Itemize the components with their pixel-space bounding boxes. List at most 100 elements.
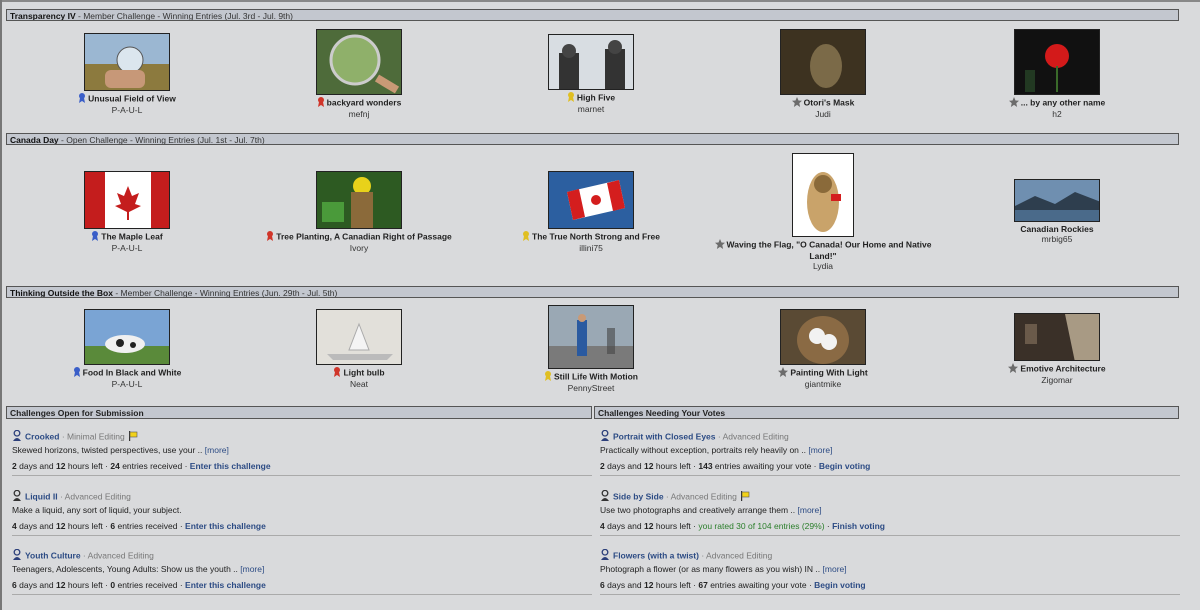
thumbnail-image[interactable]	[548, 305, 634, 369]
days-label: days and	[19, 580, 54, 590]
more-link[interactable]: [more]	[205, 445, 229, 455]
entry-the-true-north[interactable]: The True North Strong and Free illini75	[476, 171, 706, 254]
entry-emotive-architecture[interactable]: Emotive Architecture Zigomar	[942, 313, 1172, 386]
entry-author[interactable]: marnet	[476, 104, 706, 115]
thumbnail-image[interactable]	[316, 29, 402, 95]
more-link[interactable]: [more]	[240, 564, 264, 574]
blue-ribbon-icon	[78, 93, 86, 105]
thumbnail-image[interactable]	[84, 33, 170, 91]
more-link[interactable]: [more]	[798, 505, 822, 515]
entry-title[interactable]: High Five	[577, 92, 615, 102]
challenge-title-link[interactable]: Liquid II	[25, 491, 58, 501]
entry-still-life-with-motion[interactable]: Still Life With Motion PennyStreet	[476, 305, 706, 394]
thumbnail-image[interactable]	[548, 171, 634, 229]
entry-otoris-mask[interactable]: Otori's Mask Judi	[708, 29, 938, 120]
thumbnail-image[interactable]	[792, 153, 854, 237]
yellow-ribbon-icon	[567, 92, 575, 104]
entry-title[interactable]: Otori's Mask	[804, 97, 855, 107]
entry-painting-with-light[interactable]: Painting With Light giantmike	[708, 309, 938, 390]
entry-title[interactable]: The Maple Leaf	[101, 231, 162, 241]
thumbnail-image[interactable]	[780, 29, 866, 95]
challenge-title-link[interactable]: Youth Culture	[25, 550, 81, 560]
entry-author[interactable]: h2	[942, 109, 1172, 120]
challenge-title-link[interactable]: Portrait with Closed Eyes	[613, 431, 716, 441]
entry-high-five[interactable]: High Five marnet	[476, 34, 706, 115]
entry-author[interactable]: mrbig65	[942, 234, 1172, 245]
entry-author[interactable]: Lydia	[708, 261, 938, 272]
thumbnail-image[interactable]	[1014, 29, 1100, 95]
entry-author[interactable]: P-A-U-L	[12, 243, 242, 254]
entry-author[interactable]: Ivory	[244, 243, 474, 254]
thumbnail-image[interactable]	[780, 309, 866, 365]
user-icon	[12, 548, 22, 563]
challenge-title-link[interactable]: Side by Side	[613, 491, 664, 501]
top-border	[0, 0, 1200, 2]
challenge-type: Advanced Editing	[706, 550, 773, 561]
finish-voting-link[interactable]: Finish voting	[832, 521, 885, 531]
user-icon	[12, 429, 22, 444]
days-count: 6	[12, 580, 17, 590]
thumbnail-image[interactable]	[84, 309, 170, 365]
entry-author[interactable]: PennyStreet	[476, 383, 706, 394]
thumbnail-image[interactable]	[316, 171, 402, 229]
entry-author[interactable]: Zigomar	[942, 375, 1172, 386]
entry-title[interactable]: Light bulb	[343, 367, 384, 377]
entry-title[interactable]: ... by any other name	[1021, 97, 1106, 107]
entry-title[interactable]: Unusual Field of View	[88, 93, 176, 103]
challenge-title-link[interactable]: Crooked	[25, 431, 59, 441]
entry-the-maple-leaf[interactable]: The Maple Leaf P-A-U-L	[12, 171, 242, 254]
challenge-description: Photograph a flower (or as many flowers …	[600, 564, 821, 574]
entry-author[interactable]: P-A-U-L	[12, 379, 242, 390]
begin-voting-link[interactable]: Begin voting	[819, 461, 870, 471]
entry-light-bulb[interactable]: Light bulb Neat	[244, 309, 474, 390]
entry-tree-planting[interactable]: Tree Planting, A Canadian Right of Passa…	[244, 171, 474, 254]
entry-title[interactable]: Tree Planting, A Canadian Right of Passa…	[276, 231, 452, 241]
entry-count: 0	[110, 580, 116, 590]
entry-title[interactable]: Waving the Flag, "O Canada! Our Home and…	[727, 239, 932, 261]
entry-waving-the-flag[interactable]: Waving the Flag, "O Canada! Our Home and…	[708, 153, 938, 272]
entry-title[interactable]: Painting With Light	[790, 367, 867, 377]
thumbnail-image[interactable]	[316, 309, 402, 365]
entry-title[interactable]: backyard wonders	[327, 97, 402, 107]
red-ribbon-icon	[333, 367, 341, 379]
entry-author[interactable]: Neat	[244, 379, 474, 390]
enter-challenge-link[interactable]: Enter this challenge	[185, 580, 266, 590]
section-title: Transparency IV	[10, 11, 76, 21]
voting-challenges-header: Challenges Needing Your Votes	[594, 406, 1179, 419]
entry-title[interactable]: Food In Black and White	[83, 367, 182, 377]
entry-author[interactable]: Judi	[708, 109, 938, 120]
challenge-title-link[interactable]: Flowers (with a twist)	[613, 550, 699, 560]
thumbnail-image[interactable]	[548, 34, 634, 90]
entry-count: 67	[698, 580, 708, 590]
entry-by-any-other-name[interactable]: ... by any other name h2	[942, 29, 1172, 120]
entry-canadian-rockies[interactable]: Canadian Rockies mrbig65	[942, 179, 1172, 245]
thumbnail-image[interactable]	[1014, 179, 1100, 222]
entry-title[interactable]: Emotive Architecture	[1020, 363, 1105, 373]
challenge-description: Practically without exception, portraits…	[600, 445, 806, 455]
user-icon	[12, 489, 22, 504]
begin-voting-link[interactable]: Begin voting	[814, 580, 865, 590]
days-count: 4	[12, 521, 17, 531]
entry-unusual-field-of-view[interactable]: Unusual Field of View P-A-U-L	[12, 33, 242, 116]
entry-author[interactable]: illini75	[476, 243, 706, 254]
entry-title[interactable]: Still Life With Motion	[554, 371, 638, 381]
red-ribbon-icon	[266, 231, 274, 243]
separator: ·	[663, 491, 671, 502]
thumbnail-image[interactable]	[1014, 313, 1100, 361]
entry-title[interactable]: Canadian Rockies	[1020, 224, 1093, 234]
entry-backyard-wonders[interactable]: backyard wonders mefnj	[244, 29, 474, 120]
yellow-ribbon-icon	[522, 231, 530, 243]
entry-author[interactable]: mefnj	[244, 109, 474, 120]
more-link[interactable]: [more]	[823, 564, 847, 574]
thumbnail-image[interactable]	[84, 171, 170, 229]
entry-author[interactable]: giantmike	[708, 379, 938, 390]
days-count: 2	[12, 461, 17, 471]
hours-count: 12	[55, 521, 66, 531]
entry-title[interactable]: The True North Strong and Free	[532, 231, 660, 241]
entry-food-in-black-and-white[interactable]: Food In Black and White P-A-U-L	[12, 309, 242, 390]
enter-challenge-link[interactable]: Enter this challenge	[185, 521, 266, 531]
entry-author[interactable]: P-A-U-L	[12, 105, 242, 116]
enter-challenge-link[interactable]: Enter this challenge	[190, 461, 271, 471]
entry-count-label: entries received	[117, 580, 178, 590]
more-link[interactable]: [more]	[808, 445, 832, 455]
